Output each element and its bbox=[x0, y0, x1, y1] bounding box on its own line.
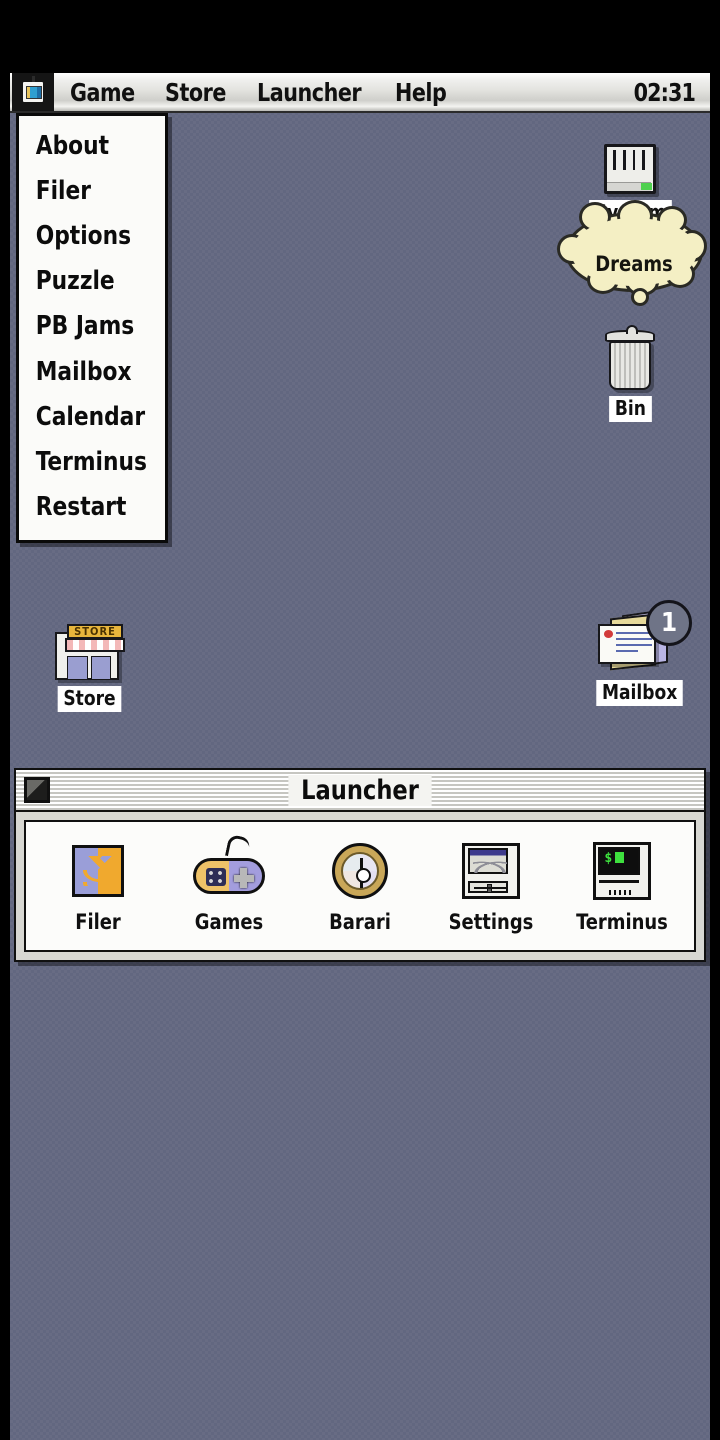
tv-icon bbox=[21, 76, 45, 104]
terminal-computer-icon: $ bbox=[562, 838, 682, 904]
mailbox-unread-badge: 1 bbox=[646, 600, 692, 646]
menu-option-filer[interactable]: Filer bbox=[19, 169, 155, 214]
desktop-icon-label-mailbox: Mailbox bbox=[596, 680, 684, 706]
launcher-item-filer[interactable]: Filer bbox=[38, 838, 158, 934]
hard-drive-icon bbox=[575, 126, 685, 196]
launcher-label-games: Games bbox=[194, 910, 263, 934]
device-screen: Game Store Launcher Help 02:31 About Fil… bbox=[0, 0, 720, 1440]
menu-option-puzzle[interactable]: Puzzle bbox=[19, 259, 155, 304]
menu-item-game[interactable]: Game bbox=[70, 80, 135, 105]
launcher-title-bar[interactable]: Launcher bbox=[16, 770, 704, 812]
filer-icon bbox=[38, 838, 158, 904]
launcher-content: Filer Games Barari Settings $ Terminus bbox=[24, 820, 696, 952]
launcher-item-terminus[interactable]: $ Terminus bbox=[562, 838, 682, 934]
menu-item-help[interactable]: Help bbox=[395, 80, 447, 105]
desktop-icon-label-bin: Bin bbox=[608, 396, 652, 422]
apple-menu-button[interactable] bbox=[12, 73, 54, 111]
thought-bubble-text: Dreams bbox=[595, 252, 673, 276]
launcher-window: Launcher Filer Games Barari Settings $ T… bbox=[14, 768, 706, 962]
menu-option-options[interactable]: Options bbox=[19, 214, 155, 259]
desktop-icon-bin[interactable]: Bin bbox=[575, 322, 685, 422]
menu-option-terminus[interactable]: Terminus bbox=[19, 440, 155, 485]
gamepad-icon bbox=[169, 833, 289, 904]
letterbox-top bbox=[0, 0, 720, 73]
thought-bubble: Dreams bbox=[557, 200, 707, 306]
menu-item-launcher[interactable]: Launcher bbox=[257, 80, 362, 105]
menu-bar: Game Store Launcher Help 02:31 bbox=[10, 73, 710, 113]
menu-option-restart[interactable]: Restart bbox=[19, 485, 155, 530]
launcher-label-barari: Barari bbox=[329, 910, 391, 934]
trash-can-icon bbox=[575, 322, 685, 392]
menu-option-pb-jams[interactable]: PB Jams bbox=[19, 304, 155, 349]
letterbox-left bbox=[0, 73, 10, 1440]
store-sign-text: STORE bbox=[67, 624, 123, 639]
launcher-label-settings: Settings bbox=[448, 910, 534, 934]
launcher-item-settings[interactable]: Settings bbox=[431, 838, 551, 934]
menu-option-about[interactable]: About bbox=[19, 124, 155, 169]
desktop-icon-store[interactable]: STORE Store bbox=[35, 612, 145, 712]
menu-option-mailbox[interactable]: Mailbox bbox=[19, 350, 155, 395]
launcher-window-title: Launcher bbox=[40, 774, 680, 806]
compass-icon bbox=[300, 838, 420, 904]
control-panel-icon bbox=[431, 838, 551, 904]
launcher-label-terminus: Terminus bbox=[576, 910, 669, 934]
menu-item-store[interactable]: Store bbox=[165, 80, 226, 105]
launcher-item-games[interactable]: Games bbox=[169, 833, 289, 934]
desktop-icon-label-store: Store bbox=[58, 686, 122, 712]
storefront-icon: STORE bbox=[35, 612, 145, 682]
dropdown-menu: About Filer Options Puzzle PB Jams Mailb… bbox=[16, 113, 168, 543]
letterbox-right bbox=[710, 73, 720, 1440]
thought-bubble-dot bbox=[631, 288, 649, 306]
letters-icon: 1 bbox=[575, 600, 705, 676]
menu-option-calendar[interactable]: Calendar bbox=[19, 395, 155, 440]
desktop-icon-mailbox[interactable]: 1 Mailbox bbox=[575, 600, 705, 706]
launcher-item-barari[interactable]: Barari bbox=[300, 838, 420, 934]
launcher-title-text: Launcher bbox=[288, 774, 432, 806]
launcher-label-filer: Filer bbox=[74, 910, 121, 934]
menu-bar-items: Game Store Launcher Help bbox=[70, 80, 451, 105]
menu-bar-clock: 02:31 bbox=[634, 77, 696, 107]
